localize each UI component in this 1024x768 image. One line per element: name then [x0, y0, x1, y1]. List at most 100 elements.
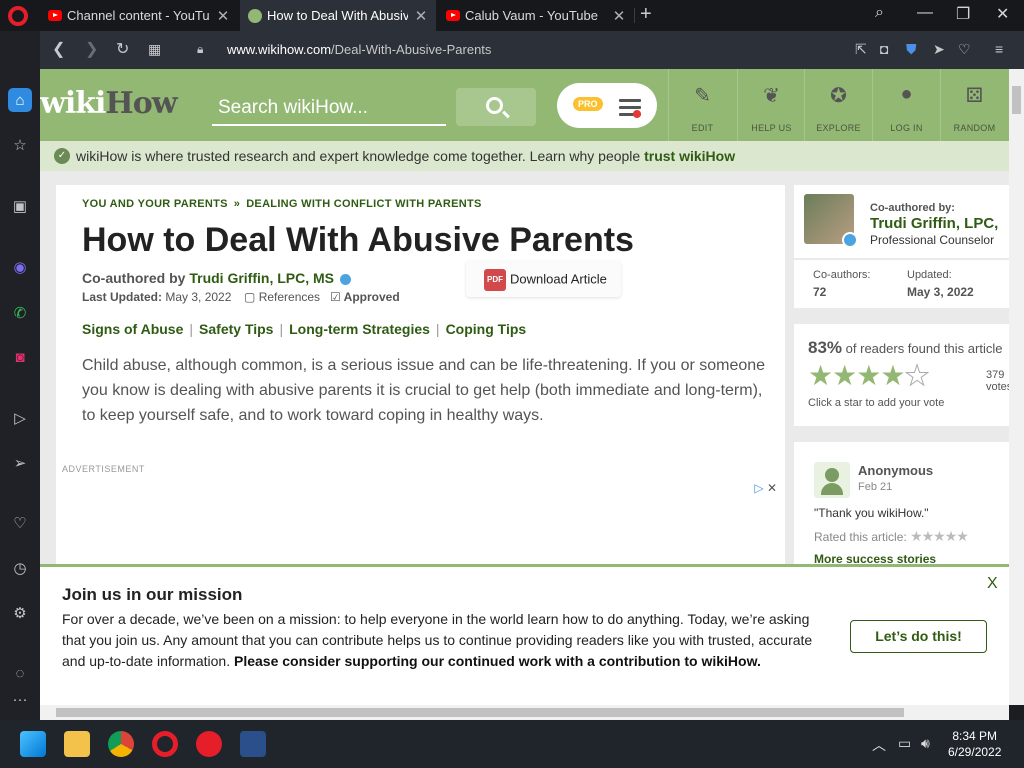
star-icon[interactable]: ★ — [856, 360, 881, 391]
advertisement-label: ADVERTISEMENT — [62, 464, 145, 474]
author-card: Co-authored by: Trudi Griffin, LPC, Prof… — [794, 185, 1009, 258]
pro-menu-button[interactable]: PRO — [557, 83, 657, 128]
approved-badge[interactable]: ☑ Approved — [330, 290, 400, 304]
messenger-icon[interactable]: ◉ — [8, 255, 32, 279]
close-tab-icon[interactable]: ✕ — [216, 7, 230, 25]
nav-explore[interactable]: ✪ EXPLORE — [804, 69, 872, 141]
tab-wikihow[interactable]: How to Deal With Abusive ✕ — [240, 0, 436, 31]
close-window-button[interactable]: ✕ — [996, 4, 1009, 24]
trust-link[interactable]: trust wikiHow — [644, 148, 735, 164]
send-icon[interactable]: ➤ — [933, 41, 945, 58]
updated-label: Updated: — [907, 269, 952, 281]
share-icon[interactable]: ⇱ — [855, 41, 867, 58]
opera-taskbar-icon[interactable] — [152, 731, 178, 757]
nav-help-us[interactable]: ❦ HELP US — [737, 69, 805, 141]
search-tabs-icon[interactable]: ⌕ — [875, 4, 884, 22]
youtube-icon — [48, 10, 62, 21]
chrome-icon[interactable] — [108, 731, 134, 757]
nav-label: EXPLORE — [816, 123, 861, 133]
pencil-icon: ✎ — [694, 85, 711, 107]
vs-app-icon[interactable] — [240, 731, 266, 757]
favorites-heart-icon[interactable]: ♡ — [8, 511, 32, 535]
camera-icon[interactable]: ◘ — [880, 41, 888, 57]
table-of-contents: Signs of Abuse | Safety Tips | Long-term Str… — [82, 321, 527, 337]
file-explorer-icon[interactable] — [64, 731, 90, 757]
home-icon[interactable]: ⌂ — [8, 88, 32, 112]
heart-icon[interactable]: ♡ — [958, 41, 971, 58]
nav-label: EDIT — [691, 123, 714, 133]
author-profession: Professional Counselor — [870, 233, 995, 247]
whatsapp-icon[interactable]: ✆ — [8, 301, 32, 325]
tab-channel-content[interactable]: Channel content - YouTube ✕ — [40, 0, 238, 31]
helpful-percent: 83% of readers found this article — [808, 338, 1002, 358]
scroll-thumb[interactable] — [1012, 86, 1021, 114]
search-input[interactable]: Search wikiHow... — [212, 93, 446, 126]
volume-icon[interactable]: 🔊︎ — [921, 735, 930, 752]
toc-long-term-strategies[interactable]: Long-term Strategies — [289, 321, 430, 337]
toc-safety-tips[interactable]: Safety Tips — [199, 321, 273, 337]
author-name[interactable]: Trudi Griffin, LPC, — [870, 215, 998, 232]
author-avatar[interactable] — [804, 194, 858, 248]
history-clock-icon[interactable]: ◷ — [8, 556, 32, 580]
references-link[interactable]: ▢ References — [244, 290, 320, 304]
star-empty-icon[interactable]: ★ — [904, 360, 930, 391]
toc-coping-tips[interactable]: Coping Tips — [446, 321, 527, 337]
coauthor-link[interactable]: Trudi Griffin, LPC, MS — [189, 270, 334, 286]
coauthor-line: Co-authored by Trudi Griffin, LPC, MS — [82, 270, 351, 286]
flow-send-icon[interactable]: ➢ — [8, 451, 32, 475]
network-icon[interactable]: ▭ — [898, 735, 911, 752]
lock-icon: 🔒︎ — [197, 42, 204, 56]
rating-card: 83% of readers found this article ★★★★★ … — [794, 324, 1009, 426]
start-windows-icon[interactable] — [20, 731, 46, 757]
horizontal-scrollbar[interactable] — [40, 705, 1009, 720]
scroll-thumb[interactable] — [56, 708, 904, 717]
tab-calub-vaum[interactable]: Calub Vaum - YouTube ✕ — [438, 0, 634, 31]
breadcrumb-parents[interactable]: YOU AND YOUR PARENTS — [82, 198, 228, 210]
star-icon[interactable]: ★ — [880, 360, 905, 391]
browser-tab-strip: Channel content - YouTube ✕ How to Deal … — [0, 0, 1024, 31]
updated-label: Last Updated: — [82, 290, 163, 304]
player-icon[interactable]: ▷ — [8, 406, 32, 430]
settings-gear-icon[interactable]: ⚙ — [8, 601, 32, 625]
more-dots-icon[interactable]: ··· — [8, 687, 32, 711]
url-domain: www.wikihow.com — [227, 42, 332, 57]
breadcrumb-conflict[interactable]: DEALING WITH CONFLICT WITH PARENTS — [246, 198, 481, 210]
notifications-icon[interactable]: ◌ — [8, 661, 32, 685]
show-hidden-icons-icon[interactable]: ︿ — [872, 735, 886, 755]
close-tab-icon[interactable]: ✕ — [414, 7, 428, 25]
wikihow-logo[interactable]: wikiHow — [40, 86, 178, 121]
vertical-scrollbar[interactable] — [1009, 69, 1024, 705]
back-icon[interactable]: ❮ — [52, 39, 65, 59]
nav-edit[interactable]: ✎ EDIT — [668, 69, 736, 141]
close-banner-button[interactable]: X — [987, 575, 998, 593]
star-icon[interactable]: ★ — [832, 360, 857, 391]
star-rating[interactable]: ★★★★★ — [808, 360, 930, 391]
toc-signs-of-abuse[interactable]: Signs of Abuse — [82, 321, 183, 337]
star-icon[interactable]: ★ — [808, 360, 833, 391]
restore-button[interactable]: ❐ — [956, 4, 970, 24]
nav-random[interactable]: ⚄ RANDOM — [940, 69, 1008, 141]
search-button[interactable] — [456, 88, 536, 126]
close-tab-icon[interactable]: ✕ — [612, 7, 626, 25]
notification-dot — [633, 110, 641, 118]
lets-do-this-button[interactable]: Let’s do this! — [850, 620, 987, 653]
bookmark-star-icon[interactable]: ☆ — [8, 133, 32, 157]
url-field[interactable]: www.wikihow.com/Deal-With-Abusive-Parent… — [227, 42, 491, 57]
shopping-bag-icon[interactable]: ▣ — [8, 194, 32, 218]
forward-icon[interactable]: ❯ — [85, 39, 98, 59]
easy-setup-icon[interactable]: ≡ — [995, 41, 1003, 57]
download-article-button[interactable]: PDF Download Article — [466, 261, 621, 297]
vpn-shield-icon[interactable]: ⛊ — [906, 41, 917, 58]
instagram-icon[interactable]: ◙ — [8, 345, 32, 369]
minimize-button[interactable]: — — [917, 4, 933, 22]
reload-icon[interactable]: ↻ — [116, 39, 129, 59]
nav-log-in[interactable]: ● LOG IN — [872, 69, 940, 141]
opera-menu-icon[interactable] — [8, 6, 28, 26]
system-clock[interactable]: 8:34 PM 6/29/2022 — [948, 728, 1001, 760]
tab-grid-icon[interactable]: ▦ — [148, 41, 161, 58]
ad-choices-icon[interactable]: ▷ ✕ — [754, 481, 777, 495]
record-app-icon[interactable] — [196, 731, 222, 757]
compass-icon: ✪ — [830, 85, 847, 107]
new-tab-button[interactable]: + — [640, 3, 652, 26]
author-stats: Co-authors: 72 Updated: May 3, 2022 — [794, 260, 1009, 308]
